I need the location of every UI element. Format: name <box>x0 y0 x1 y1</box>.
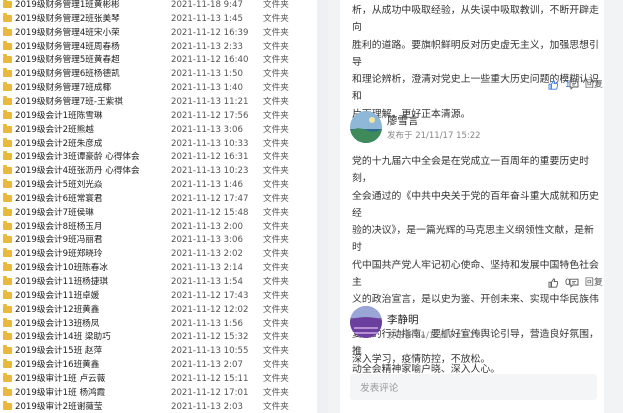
comment-2-text: 党的十九届六中全会是在党成立一百周年的重要历史时刻， 全会通过的《中共中央关于党… <box>352 153 600 378</box>
comment-bubble-icon <box>569 278 579 288</box>
folder-icon <box>3 317 12 327</box>
folder-icon <box>3 345 12 355</box>
comment-2-line: 全会通过的《中共中央关于党的百年奋斗重大成就和历史经 <box>352 190 599 219</box>
folder-icon <box>3 192 12 202</box>
file-name: 2019级审计2班谢薇莹 <box>15 401 103 412</box>
comment-input-placeholder: 发表评论 <box>360 383 399 394</box>
folder-icon <box>3 289 12 299</box>
avatar[interactable] <box>350 111 382 143</box>
comment-1-like-button[interactable]: 1 <box>548 78 571 92</box>
file-date: 2021-11-13 2:03 <box>171 401 243 412</box>
comment-1-line: 胜利的道路。要旗帜鲜明反对历史虚无主义，加强思想引导 <box>352 39 599 68</box>
comment-input[interactable]: 发表评论 <box>350 374 597 400</box>
folder-icon <box>3 234 12 244</box>
folder-icon <box>3 359 12 369</box>
comment-1-text: 析，从成功中吸取经验，从失误中吸取教训，不断开辟走向 胜利的道路。要旗帜鲜明反对… <box>352 2 600 123</box>
folder-icon <box>3 95 12 105</box>
folder-icon <box>3 151 12 161</box>
reply-label: 回复 <box>584 80 603 90</box>
folder-icon <box>3 54 12 64</box>
folder-icon <box>3 276 12 285</box>
folder-icon <box>3 26 12 36</box>
comment-card: 析，从成功中吸取经验，从失误中吸取教训，不断开辟走向 胜利的道路。要旗帜鲜明反对… <box>340 0 604 413</box>
folder-icon <box>3 0 12 8</box>
folder-icon <box>3 82 12 92</box>
folder-icon <box>3 248 12 258</box>
thumbs-up-icon <box>548 277 559 288</box>
folder-icon <box>3 331 12 341</box>
folder-icon <box>3 109 12 119</box>
folder-icon <box>3 165 12 175</box>
folder-icon <box>3 123 12 133</box>
folder-icon <box>3 400 12 410</box>
reply-label: 回复 <box>584 278 603 288</box>
folder-icon <box>3 68 12 78</box>
folder-icon <box>3 262 12 272</box>
comment-1-line: 析，从成功中吸取经验，从失误中吸取教训，不断开辟走向 <box>352 5 599 34</box>
comment-3-text: 深入学习，疫情防控，不放松。 <box>352 351 600 368</box>
folder-icon <box>3 303 12 313</box>
folder-icon <box>3 179 12 189</box>
folder-icon <box>3 206 12 216</box>
file-row[interactable]: 2019级审计2班谢薇莹 2021-11-13 2:03 文件夹 <box>0 399 317 413</box>
comment-timestamp: 发布于 21/11/17 15:22 <box>387 131 481 141</box>
comment-timestamp: 发布于 21/11/17 11:20 <box>387 331 481 341</box>
comment-bubble-icon <box>569 80 579 90</box>
comment-2-like-button[interactable]: 0 <box>548 276 571 290</box>
thumbs-up-icon <box>548 79 559 90</box>
folder-icon <box>3 220 12 230</box>
comment-1-reply-button[interactable]: 回复 <box>569 78 603 92</box>
comment-2-line: 验的决议》，是一篇光辉的马克思主义纲领性文献，是新时 <box>352 225 594 254</box>
file-explorer: 2019级财务管理1班黄彬彬 2021-11-18 9:47 文件夹 2019级财务管… <box>0 0 317 413</box>
comment-2-reply-button[interactable]: 回复 <box>569 276 603 290</box>
folder-icon <box>3 372 12 382</box>
folder-icon <box>3 40 12 50</box>
file-type: 文件夹 <box>263 401 289 412</box>
comment-author[interactable]: 廖雪言 <box>387 113 419 128</box>
comment-author[interactable]: 李静明 <box>387 312 419 327</box>
comment-3-line: 深入学习，疫情防控，不放松。 <box>352 354 491 365</box>
folder-icon <box>3 137 12 147</box>
avatar[interactable] <box>350 306 382 338</box>
comment-2-line: 党的十九届六中全会是在党成立一百周年的重要历史时刻， <box>352 156 590 185</box>
folder-icon <box>3 386 12 396</box>
folder-icon <box>3 12 12 22</box>
comment-panel: 析，从成功中吸取经验，从失误中吸取教训，不断开辟走向 胜利的道路。要旗帜鲜明反对… <box>328 0 623 413</box>
